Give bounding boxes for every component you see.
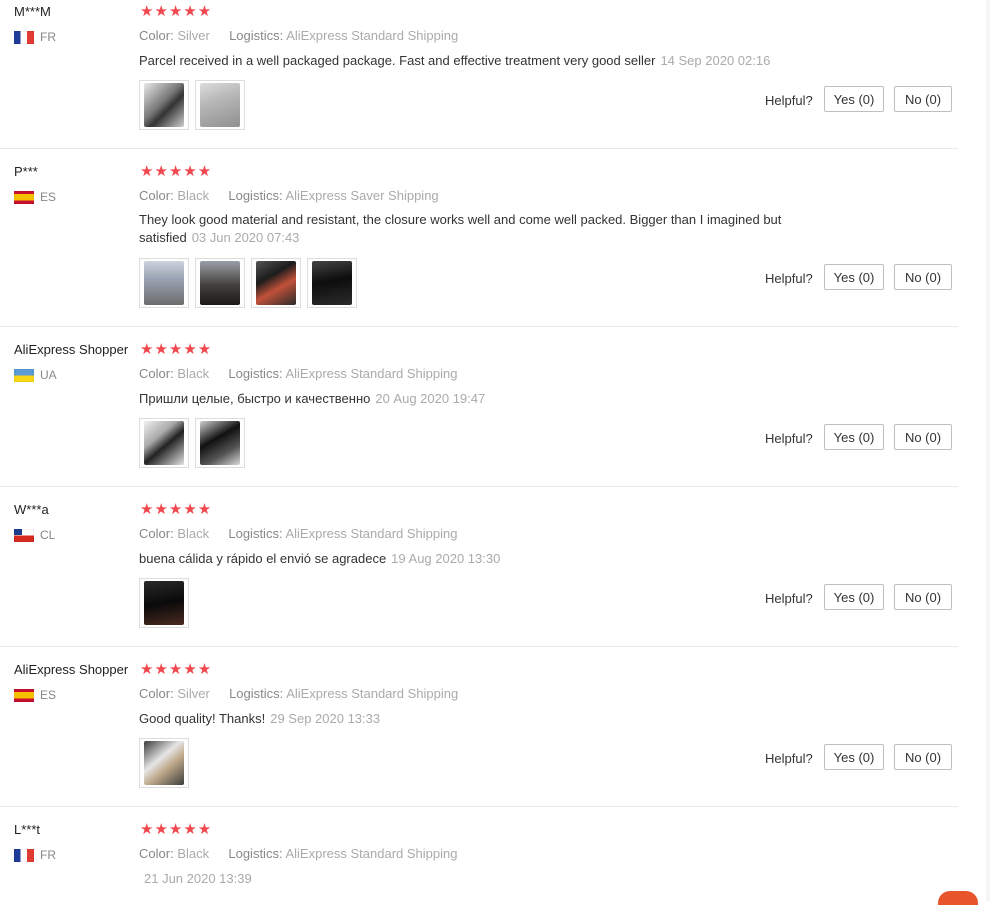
review-photo[interactable] [139, 738, 189, 788]
color-value: Silver [177, 686, 210, 701]
color-value: Black [177, 188, 210, 203]
star-rating: ★★★★★ [140, 501, 213, 518]
reviewer-name: L***t [14, 822, 41, 837]
review-text: Good quality! Thanks! 29 Sep 2020 13:33 [139, 711, 381, 726]
helpful-yes-button[interactable]: Yes (0) [824, 584, 884, 610]
review-attributes: Color: Silver Logistics: AliExpress Stan… [139, 686, 459, 701]
helpful-label: Helpful? [765, 591, 813, 606]
review-text: Parcel received in a well packaged packa… [139, 53, 771, 68]
review-photos [139, 258, 357, 308]
review-photos [139, 738, 189, 788]
review-attributes: Color: Black Logistics: AliExpress Stand… [139, 366, 458, 381]
logistics-value: AliExpress Standard Shipping [285, 526, 458, 541]
reviewer-country: ES [14, 688, 56, 702]
star-rating: ★★★★★ [140, 3, 213, 20]
helpful-label: Helpful? [765, 93, 813, 108]
review-photo[interactable] [251, 258, 301, 308]
review-date: 19 Aug 2020 13:30 [391, 551, 501, 566]
review-date: 20 Aug 2020 19:47 [375, 391, 486, 406]
country-code: FR [40, 848, 56, 862]
helpful-yes-button[interactable]: Yes (0) [824, 424, 884, 450]
review-text: Пришли целые, быстро и качественно 20 Aug… [139, 391, 486, 406]
flag-fr-icon [14, 848, 34, 862]
review-photo[interactable] [195, 80, 245, 130]
review-photo[interactable] [139, 418, 189, 468]
review-photo[interactable] [195, 418, 245, 468]
helpful-label: Helpful? [765, 751, 813, 766]
logistics-value: AliExpress Standard Shipping [286, 28, 459, 43]
review-item: L***t FR ★★★★★ Color: Black Logistics: A… [0, 806, 958, 901]
reviewer-name: P*** [14, 164, 38, 179]
flag-es-icon [14, 190, 34, 204]
logistics-value: AliExpress Standard Shipping [286, 686, 459, 701]
reviewer-country: FR [14, 848, 56, 862]
color-value: Black [177, 846, 210, 861]
reviewer-name: AliExpress Shopper [14, 662, 129, 677]
star-rating: ★★★★★ [140, 821, 213, 838]
reviewer-name: W***a [14, 502, 49, 517]
country-code: UA [40, 368, 57, 382]
review-date: 29 Sep 2020 13:33 [270, 711, 381, 726]
star-rating: ★★★★★ [140, 661, 213, 678]
reviewer-name: M***M [14, 4, 51, 19]
star-rating: ★★★★★ [140, 163, 213, 180]
review-date: 03 Jun 2020 07:43 [191, 230, 300, 245]
review-photos [139, 80, 245, 130]
country-code: FR [40, 30, 56, 44]
logistics-value: AliExpress Standard Shipping [285, 366, 458, 381]
reviewer-country: UA [14, 368, 57, 382]
reviewer-name: AliExpress Shopper [14, 342, 129, 357]
helpful-yes-button[interactable]: Yes (0) [824, 264, 884, 290]
flag-ua-icon [14, 368, 34, 382]
helpful-no-button[interactable]: No (0) [894, 424, 952, 450]
review-text: buena cálida y rápido el envió se agrade… [139, 551, 501, 566]
logistics-value: AliExpress Standard Shipping [285, 846, 458, 861]
review-item: AliExpress Shopper UA ★★★★★ Color: Black… [0, 326, 958, 487]
reviewer-country: FR [14, 30, 56, 44]
review-text: 21 Jun 2020 13:39 [139, 870, 829, 888]
country-code: ES [40, 688, 57, 702]
helpful-yes-button[interactable]: Yes (0) [824, 744, 884, 770]
review-photo[interactable] [307, 258, 357, 308]
color-value: Black [177, 366, 210, 381]
review-photo[interactable] [139, 80, 189, 130]
country-code: CL [40, 528, 56, 542]
review-attributes: Color: Black Logistics: AliExpress Saver… [139, 188, 439, 203]
review-item: W***a CL ★★★★★ Color: Black Logistics: A… [0, 486, 958, 647]
review-item: P*** ES ★★★★★ Color: Black Logistics: Al… [0, 148, 958, 327]
helpful-label: Helpful? [765, 271, 813, 286]
star-rating: ★★★★★ [140, 341, 213, 358]
helpful-label: Helpful? [765, 431, 813, 446]
review-attributes: Color: Black Logistics: AliExpress Stand… [139, 526, 458, 541]
review-text: They look good material and resistant, t… [139, 212, 782, 245]
floating-widget-tab[interactable] [938, 891, 978, 905]
logistics-value: AliExpress Saver Shipping [285, 188, 439, 203]
reviewer-country: ES [14, 190, 56, 204]
review-item: AliExpress Shopper ES ★★★★★ Color: Silve… [0, 646, 958, 807]
scrollbar[interactable] [986, 0, 990, 901]
review-item: M***M FR ★★★★★ Color: Silver Logistics: … [0, 0, 958, 149]
helpful-no-button[interactable]: No (0) [894, 264, 952, 290]
color-value: Black [177, 526, 210, 541]
flag-es-icon [14, 688, 34, 702]
review-date: 14 Sep 2020 02:16 [660, 53, 771, 68]
helpful-yes-button[interactable]: Yes (0) [824, 86, 884, 112]
flag-fr-icon [14, 30, 34, 44]
review-date: 21 Jun 2020 13:39 [144, 871, 252, 886]
review-photos [139, 418, 245, 468]
country-code: ES [40, 190, 57, 204]
review-attributes: Color: Silver Logistics: AliExpress Stan… [139, 28, 459, 43]
color-value: Silver [177, 28, 210, 43]
helpful-no-button[interactable]: No (0) [894, 744, 952, 770]
review-photo[interactable] [139, 258, 189, 308]
helpful-no-button[interactable]: No (0) [894, 584, 952, 610]
review-photos [139, 578, 189, 628]
helpful-no-button[interactable]: No (0) [894, 86, 952, 112]
review-photo[interactable] [139, 578, 189, 628]
reviewer-country: CL [14, 528, 55, 542]
flag-cl-icon [14, 528, 34, 542]
review-photo[interactable] [195, 258, 245, 308]
review-attributes: Color: Black Logistics: AliExpress Stand… [139, 846, 458, 861]
